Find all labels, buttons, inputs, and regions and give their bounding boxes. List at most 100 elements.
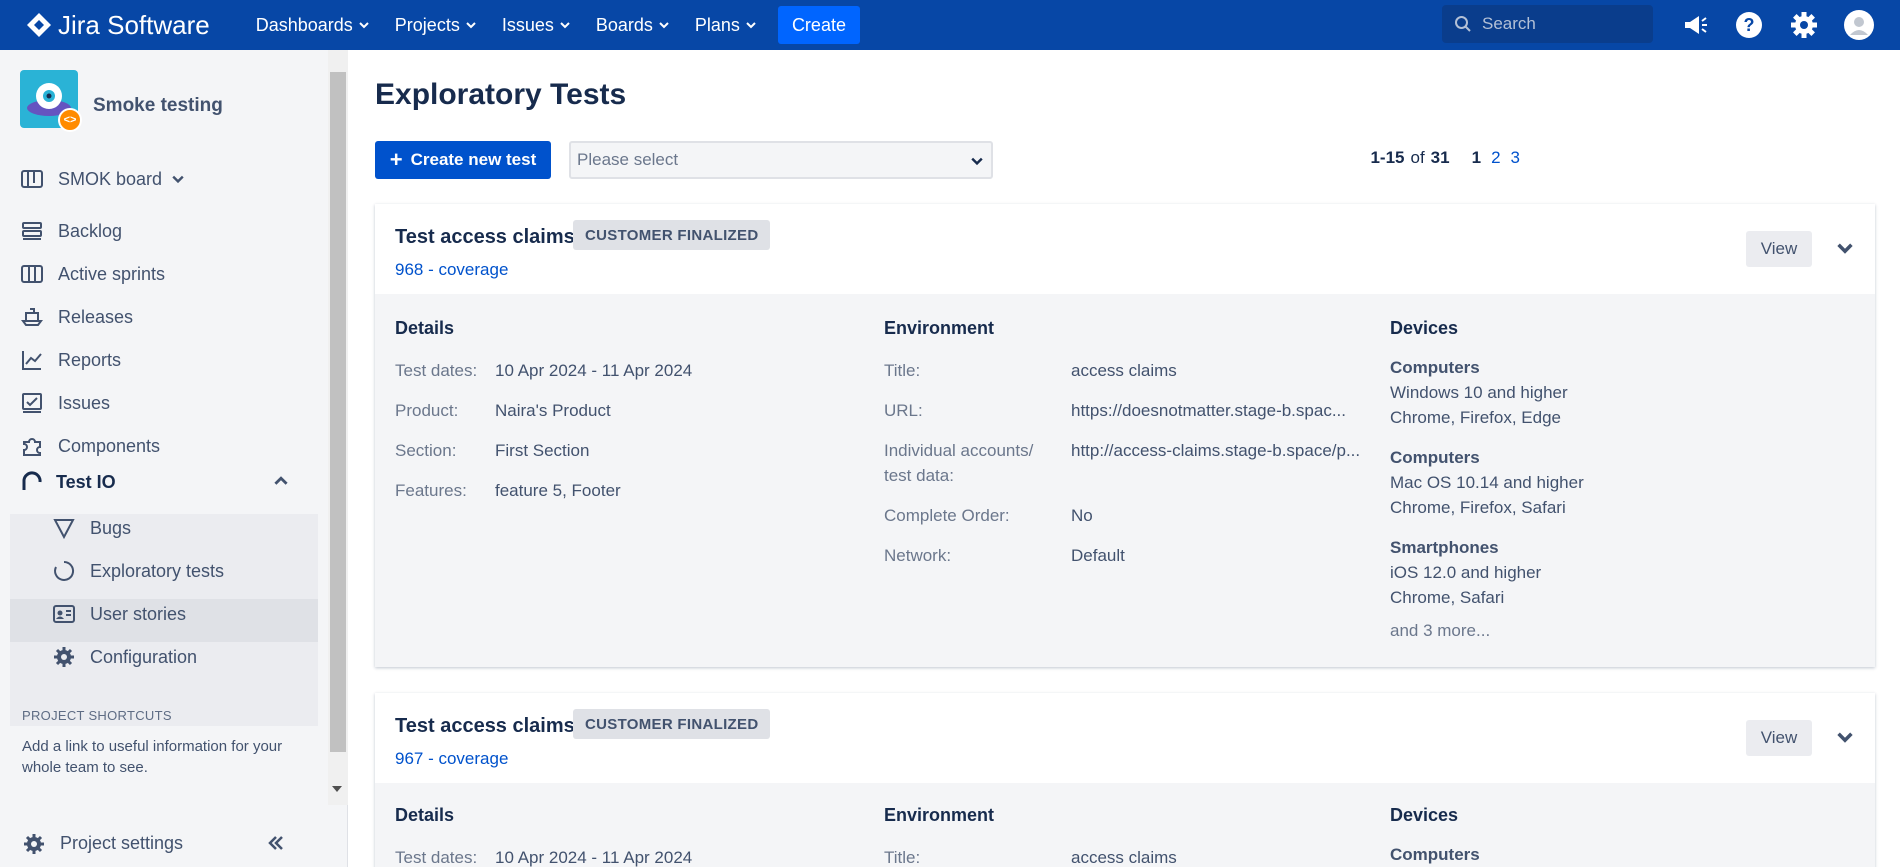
card-body: Details Test dates: 10 Apr 2024 - 11 Apr… <box>375 783 1875 867</box>
expand-chevron-icon[interactable] <box>1837 240 1853 256</box>
device-os: Windows 10 and higher <box>1390 383 1568 402</box>
nav-dashboards-label: Dashboards <box>255 14 353 35</box>
sidebar-item-label: Reports <box>58 349 122 370</box>
env-label: Title: <box>884 361 921 380</box>
environment-heading: Environment <box>884 318 995 338</box>
device-os: Mac OS 10.14 and higher <box>1390 473 1584 492</box>
sidebar-item-releases[interactable]: Releases <box>20 302 133 332</box>
env-value: access claims <box>1071 361 1177 380</box>
page-1-link[interactable]: 1 <box>1472 148 1481 168</box>
env-label: Complete Order: <box>884 506 1010 525</box>
sidebar-item-label: Issues <box>58 392 111 413</box>
device-category: Computers <box>1390 845 1480 864</box>
board-icon <box>21 170 43 188</box>
scroll-down-arrow-icon[interactable] <box>332 786 342 792</box>
issues-icon <box>22 393 42 413</box>
gear-icon <box>54 647 74 667</box>
project-settings-link[interactable]: Project settings <box>0 819 330 867</box>
create-new-test-button[interactable]: + Create new test <box>375 141 551 179</box>
jira-logo[interactable]: Jira Software <box>26 10 210 41</box>
testio-logo-icon <box>22 471 42 490</box>
board-selector[interactable]: SMOK board <box>20 164 198 194</box>
page-3-link[interactable]: 3 <box>1511 148 1520 168</box>
nav-projects[interactable]: Projects <box>395 15 476 36</box>
coverage-link[interactable]: 968 - coverage <box>395 260 508 280</box>
sidebar-item-label: User stories <box>90 603 187 624</box>
nav-dashboards[interactable]: Dashboards <box>256 15 369 36</box>
jira-logo-icon <box>27 13 51 37</box>
sidebar-item-backlog[interactable]: Backlog <box>20 216 122 246</box>
coverage-link[interactable]: 967 - coverage <box>395 749 508 769</box>
sidebar-item-issues[interactable]: Issues <box>20 388 110 418</box>
page-2-link[interactable]: 2 <box>1491 148 1500 168</box>
sidebar-item-reports[interactable]: Reports <box>20 345 121 375</box>
pager-of: of <box>1410 148 1425 167</box>
create-button[interactable]: Create <box>777 6 860 44</box>
sidebar-item-bugs[interactable]: Bugs <box>52 513 131 543</box>
chevron-down-icon <box>560 22 570 29</box>
shortcuts-description: Add a link to useful information for you… <box>22 738 283 776</box>
collapse-sidebar-icon[interactable] <box>266 833 286 853</box>
env-value: No <box>1071 506 1093 525</box>
expand-chevron-icon[interactable] <box>1837 729 1853 745</box>
sidebar-item-exploratory-tests[interactable]: Exploratory tests <box>52 556 224 586</box>
details-heading: Details <box>395 805 455 825</box>
project-header[interactable]: <> Smoke testing <box>20 70 223 132</box>
pager-total: 31 <box>1430 148 1450 167</box>
search-input[interactable]: Search <box>1442 5 1653 43</box>
nav-boards[interactable]: Boards <box>596 15 669 36</box>
sidebar-item-components[interactable]: Components <box>20 431 160 461</box>
sidebar-item-user-stories[interactable]: User stories <box>52 599 186 629</box>
test-card: Test access claims CUSTOMER FINALIZED 96… <box>375 693 1875 867</box>
filter-select[interactable]: Please select <box>569 141 993 179</box>
detail-label: Product: <box>395 401 459 420</box>
svg-text:?: ? <box>1744 15 1755 35</box>
testio-header[interactable]: Test IO <box>20 470 288 494</box>
detail-label: Features: <box>395 481 467 500</box>
chevron-up-icon <box>274 476 288 485</box>
user-card-icon <box>53 605 75 623</box>
sidebar-item-configuration[interactable]: Configuration <box>52 642 197 672</box>
env-label: Network: <box>884 546 952 565</box>
env-label: Title: <box>884 848 921 867</box>
card-header: Test access claims CUSTOMER FINALIZED 96… <box>375 204 1875 294</box>
device-category: Smartphones <box>1390 538 1499 557</box>
ship-icon <box>21 308 43 326</box>
plus-icon: + <box>389 147 403 172</box>
view-button[interactable]: View <box>1746 231 1812 267</box>
chevron-down-icon <box>971 157 983 166</box>
select-placeholder: Please select <box>577 150 679 169</box>
page-title: Exploratory Tests <box>375 78 627 111</box>
nav-boards-label: Boards <box>595 14 653 35</box>
device-category: Computers <box>1390 448 1480 467</box>
env-value: http://access-claims.stage-b.space/p... <box>1071 441 1361 460</box>
code-badge-icon: <> <box>58 108 82 132</box>
device-browsers: Chrome, Firefox, Safari <box>1390 498 1566 517</box>
search-icon <box>1455 16 1471 32</box>
detail-value: 10 Apr 2024 - 11 Apr 2024 <box>495 361 693 380</box>
nav-issues[interactable]: Issues <box>502 15 570 36</box>
sidebar-item-label: Backlog <box>58 220 123 241</box>
nav-issues-label: Issues <box>501 14 554 35</box>
settings-gear-icon[interactable] <box>1789 10 1819 40</box>
more-devices-link[interactable]: and 3 more... <box>1390 621 1490 641</box>
view-button[interactable]: View <box>1746 720 1812 756</box>
test-card: Test access claims CUSTOMER FINALIZED 96… <box>375 204 1875 667</box>
device-category: Computers <box>1390 358 1480 377</box>
user-avatar[interactable] <box>1844 10 1874 40</box>
device-browsers: Chrome, Firefox, Edge <box>1390 408 1562 427</box>
nav-plans[interactable]: Plans <box>695 15 756 36</box>
nav-plans-label: Plans <box>694 14 740 35</box>
env-value: https://doesnotmatter.stage-b.spac... <box>1071 401 1346 420</box>
logo-text: Jira Software <box>58 9 210 40</box>
create-new-test-label: Create new test <box>410 150 537 169</box>
environment-heading: Environment <box>884 805 995 825</box>
detail-value: First Section <box>495 441 590 460</box>
help-icon[interactable]: ? <box>1734 10 1764 40</box>
project-name: Smoke testing <box>93 95 223 116</box>
chevron-down-icon <box>466 22 476 29</box>
sidebar-scroll-thumb[interactable] <box>330 72 346 752</box>
card-header: Test access claims CUSTOMER FINALIZED 96… <box>375 693 1875 783</box>
notifications-megaphone-icon[interactable] <box>1680 10 1710 40</box>
sidebar-item-active-sprints[interactable]: Active sprints <box>20 259 165 289</box>
